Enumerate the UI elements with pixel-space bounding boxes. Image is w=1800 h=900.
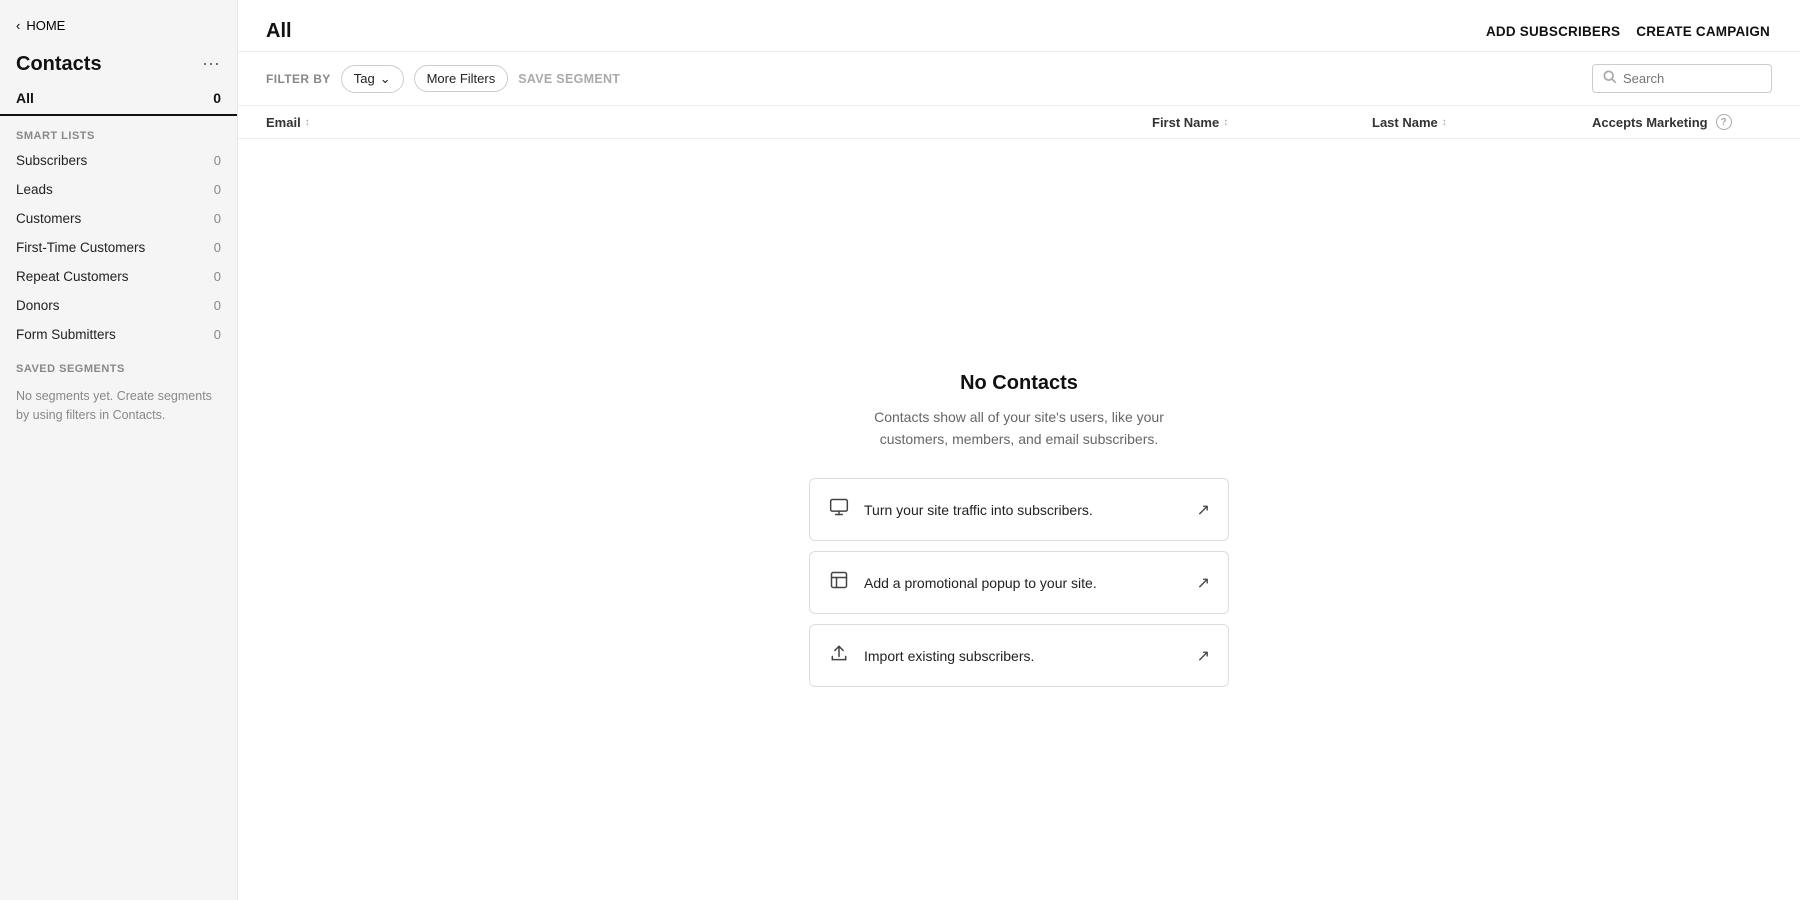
all-count: 0	[213, 90, 221, 106]
smart-lists: Subscribers0Leads0Customers0First-Time C…	[0, 146, 237, 349]
sidebar-item-donors[interactable]: Donors 0	[0, 291, 237, 320]
add-subscribers-button[interactable]: ADD SUBSCRIBERS	[1484, 20, 1622, 43]
action-card-1[interactable]: Add a promotional popup to your site. ↗	[809, 551, 1229, 614]
action-card-arrow-0: ↗	[1197, 500, 1210, 520]
action-card-left-1: Add a promotional popup to your site.	[828, 570, 1097, 595]
home-label: HOME	[26, 18, 65, 33]
sidebar-item-label: Subscribers	[16, 153, 87, 168]
tag-chevron-icon: ⌄	[380, 71, 391, 87]
filter-by-label: FILTER BY	[266, 72, 331, 86]
sidebar-item-count: 0	[214, 298, 221, 313]
sidebar-item-form-submitters[interactable]: Form Submitters 0	[0, 320, 237, 349]
col-header-accepts-marketing: Accepts Marketing ?	[1592, 114, 1772, 130]
col-header-email: Email ↕	[266, 114, 1152, 130]
action-cards: Turn your site traffic into subscribers.…	[809, 478, 1229, 687]
sidebar-item-label: Donors	[16, 298, 60, 313]
action-card-arrow-2: ↗	[1197, 646, 1210, 666]
more-filters-label: More Filters	[427, 71, 496, 86]
monitor-icon	[828, 497, 850, 522]
sidebar-item-label: Leads	[16, 182, 53, 197]
sidebar-item-label: First-Time Customers	[16, 240, 145, 255]
first-name-sort-icon[interactable]: ↕	[1223, 117, 1228, 128]
sidebar-item-count: 0	[214, 211, 221, 226]
sidebar-item-customers[interactable]: Customers 0	[0, 204, 237, 233]
smart-lists-label: SMART LISTS	[0, 116, 237, 146]
sidebar: ‹ HOME Contacts ⋯ All 0 SMART LISTS Subs…	[0, 0, 238, 900]
col-header-last-name: Last Name ↕	[1372, 114, 1592, 130]
import-icon	[828, 643, 850, 668]
sidebar-item-count: 0	[214, 269, 221, 284]
action-card-text-0: Turn your site traffic into subscribers.	[864, 502, 1093, 518]
search-input[interactable]	[1623, 71, 1753, 86]
email-sort-icon[interactable]: ↕	[305, 117, 310, 128]
empty-state-title: No Contacts	[960, 372, 1078, 395]
empty-state-description: Contacts show all of your site's users, …	[849, 407, 1189, 450]
filter-bar: FILTER BY Tag ⌄ More Filters SAVE SEGMEN…	[238, 52, 1800, 106]
sidebar-item-count: 0	[214, 182, 221, 197]
search-wrapper	[1592, 64, 1772, 93]
action-card-0[interactable]: Turn your site traffic into subscribers.…	[809, 478, 1229, 541]
popup-icon	[828, 570, 850, 595]
action-card-arrow-1: ↗	[1197, 573, 1210, 593]
search-icon	[1603, 70, 1617, 87]
sidebar-item-repeat-customers[interactable]: Repeat Customers 0	[0, 262, 237, 291]
tag-label: Tag	[354, 71, 375, 86]
contacts-header: Contacts ⋯	[0, 43, 237, 82]
sidebar-item-label: Repeat Customers	[16, 269, 129, 284]
accepts-marketing-info-icon[interactable]: ?	[1716, 114, 1732, 130]
saved-segments-text: No segments yet. Create segments by usin…	[0, 379, 237, 433]
page-title: All	[266, 20, 292, 43]
create-campaign-button[interactable]: CREATE CAMPAIGN	[1634, 20, 1772, 43]
action-card-left-2: Import existing subscribers.	[828, 643, 1034, 668]
sidebar-item-count: 0	[214, 327, 221, 342]
more-filters-button[interactable]: More Filters	[414, 65, 509, 92]
last-name-sort-icon[interactable]: ↕	[1442, 117, 1447, 128]
home-link[interactable]: ‹ HOME	[0, 0, 237, 43]
sidebar-item-first-time-customers[interactable]: First-Time Customers 0	[0, 233, 237, 262]
sidebar-item-count: 0	[214, 240, 221, 255]
saved-segments-label: SAVED SEGMENTS	[0, 349, 237, 379]
sidebar-item-label: Customers	[16, 211, 81, 226]
all-label: All	[16, 90, 34, 106]
sidebar-item-label: Form Submitters	[16, 327, 116, 342]
action-card-left-0: Turn your site traffic into subscribers.	[828, 497, 1093, 522]
sidebar-item-count: 0	[214, 153, 221, 168]
tag-filter-button[interactable]: Tag ⌄	[341, 65, 404, 93]
contacts-more-icon[interactable]: ⋯	[202, 54, 221, 75]
sidebar-item-leads[interactable]: Leads 0	[0, 175, 237, 204]
main-content: All ADD SUBSCRIBERS CREATE CAMPAIGN FILT…	[238, 0, 1800, 900]
header-actions: ADD SUBSCRIBERS CREATE CAMPAIGN	[1484, 20, 1772, 43]
main-header: All ADD SUBSCRIBERS CREATE CAMPAIGN	[238, 0, 1800, 52]
all-nav-item[interactable]: All 0	[0, 82, 237, 116]
contacts-title: Contacts	[16, 53, 102, 76]
sidebar-item-subscribers[interactable]: Subscribers 0	[0, 146, 237, 175]
back-arrow-icon: ‹	[16, 18, 20, 33]
save-segment-button[interactable]: SAVE SEGMENT	[518, 72, 620, 86]
action-card-2[interactable]: Import existing subscribers. ↗	[809, 624, 1229, 687]
table-header: Email ↕ First Name ↕ Last Name ↕ Accepts…	[238, 106, 1800, 139]
empty-state: No Contacts Contacts show all of your si…	[238, 139, 1800, 900]
action-card-text-2: Import existing subscribers.	[864, 648, 1034, 664]
col-header-first-name: First Name ↕	[1152, 114, 1372, 130]
action-card-text-1: Add a promotional popup to your site.	[864, 575, 1097, 591]
